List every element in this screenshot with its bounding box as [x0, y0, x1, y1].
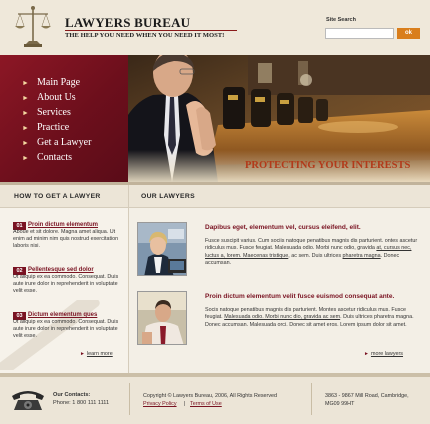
banner-caption: PROTECTING YOUR INTERESTS — [245, 160, 411, 171]
arrow-bullet-icon: ► — [22, 124, 29, 132]
address-line-1: 3863 - 9867 Mill Road, Cambridge, — [325, 393, 409, 399]
nav-item-label: Get a Lawyer — [37, 137, 92, 148]
contacts-phone: Phone: 1 800 111 1111 — [53, 400, 110, 406]
contacts-label: Our Contacts: — [53, 392, 91, 398]
lawyer-body: Fusce suscipit varius. Cum sociis natoqu… — [205, 238, 420, 268]
terms-of-use-link[interactable]: Terms of Use — [190, 401, 222, 407]
search-label: Site Search — [326, 17, 356, 23]
arrow-bullet-icon: ► — [22, 154, 29, 162]
nav-item-about-us[interactable]: ► About Us — [22, 90, 91, 105]
arrow-right-icon: ► — [80, 351, 85, 357]
nav-item-label: Practice — [37, 122, 70, 133]
lawyer-body: Socis natoque penatibus magnis dis partu… — [205, 307, 420, 329]
footer-divider — [129, 383, 130, 415]
arrow-right-icon: ► — [364, 351, 369, 357]
section-title-our-lawyers: OUR LAWYERS — [141, 193, 195, 200]
arrow-bullet-icon: ► — [22, 139, 29, 147]
site-title: LAWYERS BUREAU — [65, 15, 191, 30]
step-body: Aboue et sit dolore. Magna amet aliqua. … — [13, 229, 119, 250]
nav-item-practice[interactable]: ► Practice — [22, 120, 91, 135]
lawyer-photo-1 — [137, 222, 187, 276]
more-lawyers-label: more lawyers — [370, 351, 404, 357]
step-item: 02 Pellentesque sed dolor Ut aliquip ex e… — [13, 267, 125, 296]
lawyer-title: Proin dictum elementum velit fusce euism… — [205, 293, 395, 300]
nav-item-label: Services — [37, 107, 71, 118]
more-lawyers-link[interactable]: ► more lawyers — [364, 351, 403, 357]
step-title-link[interactable]: Dictum elementum ques — [28, 312, 97, 318]
step-body: Ut aliquip ex ea commodo. Consequat. Dui… — [13, 319, 119, 340]
page: LAWYERS BUREAU THE HELP YOU NEED WHEN YO… — [0, 0, 430, 424]
section-title-how-to-get: HOW TO GET A LAWYER — [14, 193, 101, 200]
scales-of-justice-icon — [15, 6, 51, 47]
nav-item-label: Main Page — [37, 77, 81, 88]
nav-item-main-page[interactable]: ► Main Page — [22, 75, 91, 90]
arrow-bullet-icon: ► — [22, 79, 29, 87]
arrow-bullet-icon: ► — [22, 109, 29, 117]
step-title-link[interactable]: Pellentesque sed dolor — [28, 267, 94, 273]
search-button[interactable]: ok — [397, 28, 420, 39]
lawyer-body-link[interactable]: Malesuada odio. Morbi nunc dio, gravida … — [224, 314, 340, 320]
footer-separator: | — [184, 401, 186, 407]
nav-item-label: About Us — [37, 92, 76, 103]
main-nav: ► Main Page ► About Us ► Services ► Practice… — [0, 55, 128, 182]
privacy-policy-link[interactable]: Privacy Policy — [143, 401, 177, 407]
address-line-2: MG09 99HT — [325, 401, 355, 407]
nav-item-label: Contacts — [37, 152, 72, 163]
nav-item-contacts[interactable]: ► Contacts — [22, 150, 91, 165]
nav-item-get-a-lawyer[interactable]: ► Get a Lawyer — [22, 135, 91, 150]
telephone-icon — [12, 391, 44, 410]
step-item: 01 Proin dictum elementum Aboue et sit do… — [13, 222, 125, 251]
step-body: Ut aliquip ex ea commodo. Consequat. Dui… — [13, 274, 119, 295]
header: LAWYERS BUREAU THE HELP YOU NEED WHEN YO… — [0, 0, 430, 55]
step-item: 03 Dictum elementum ques Ut aliquip ex ea… — [13, 312, 125, 341]
learn-more-link[interactable]: ► learn more — [80, 351, 113, 357]
title-underline — [65, 30, 237, 31]
footer-divider — [311, 383, 312, 415]
step-title-link[interactable]: Proin dictum elementum — [28, 222, 98, 228]
learn-more-label: learn more — [86, 351, 113, 357]
arrow-bullet-icon: ► — [22, 94, 29, 102]
lawyer-title: Dapibus eget, elementum vel, cursus elei… — [205, 224, 361, 231]
lawyer-photo-2 — [137, 291, 187, 345]
lawyer-body-link[interactable]: pharetra magna — [343, 253, 381, 259]
nav-item-services[interactable]: ► Services — [22, 105, 91, 120]
site-tagline: THE HELP YOU NEED WHEN YOU NEED IT MOST! — [65, 32, 225, 39]
lawyer-body-text: , ac sem. Duis ultrices — [288, 252, 343, 259]
search-input[interactable] — [325, 28, 394, 39]
copyright-text: Copyright © Lawyers Bureau, 2006, All Ri… — [143, 393, 278, 399]
